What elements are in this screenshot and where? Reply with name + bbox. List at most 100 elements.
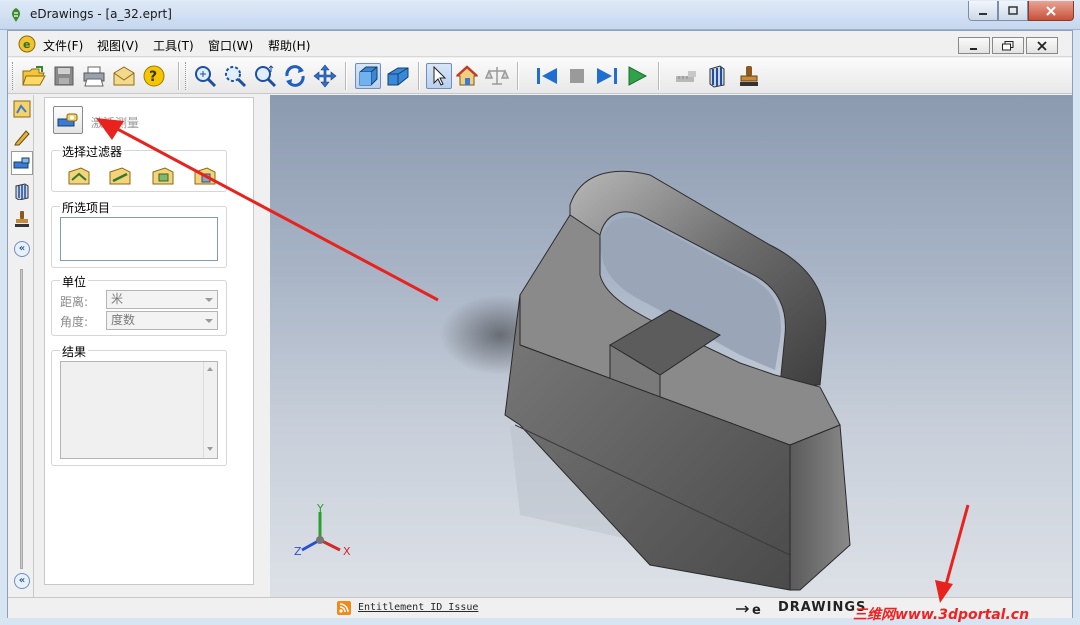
side-tab-strip: « « — [8, 95, 34, 597]
results-group: 结果 — [51, 343, 227, 466]
shaded-button[interactable] — [355, 63, 381, 89]
pencil-icon — [14, 130, 30, 146]
angle-label: 角度: — [60, 315, 89, 329]
panel-splitter[interactable] — [260, 95, 270, 597]
pan-icon — [313, 64, 337, 88]
close-window-button[interactable] — [1028, 1, 1074, 21]
angle-unit-select[interactable]: 度数 — [106, 311, 218, 330]
window-title: eDrawings - [a_32.eprt] — [30, 7, 172, 21]
open-button[interactable] — [21, 63, 47, 89]
triad-x-label: X — [343, 545, 351, 558]
menu-tools[interactable]: 工具(T) — [153, 37, 194, 54]
chevron-down-icon — [205, 298, 213, 302]
select-button[interactable] — [426, 63, 452, 89]
tab-measure[interactable] — [11, 151, 33, 175]
filter-face-icon — [152, 167, 174, 185]
app-client-area: e 文件(F) 视图(V) 工具(T) 窗口(W) 帮助(H) ? « « 激活… — [7, 30, 1073, 618]
side-strip-slider[interactable] — [20, 269, 23, 569]
scroll-down-icon[interactable] — [207, 447, 213, 451]
zoom-in-out-icon — [255, 65, 277, 88]
triad-z-label: Z — [294, 545, 302, 558]
restore-icon — [1002, 40, 1014, 50]
activate-measure-button[interactable] — [53, 106, 83, 134]
collapse-panel-button[interactable]: « — [14, 241, 30, 257]
select-icon — [433, 65, 447, 86]
filter-face-button[interactable] — [150, 165, 176, 187]
zoom-in-out-button[interactable] — [252, 63, 278, 89]
3d-viewport[interactable]: Y X Z — [270, 95, 1072, 597]
print-button[interactable] — [81, 63, 107, 89]
edrawings-app-icon — [12, 8, 20, 22]
pan-button[interactable] — [312, 63, 338, 89]
filter-vertex-icon — [68, 167, 90, 185]
double-chevron-left-icon: « — [18, 243, 26, 254]
section-button[interactable] — [704, 63, 730, 89]
perspective-button[interactable] — [385, 63, 411, 89]
save-button[interactable] — [51, 63, 77, 89]
menu-help[interactable]: 帮助(H) — [268, 37, 310, 54]
minimize-button[interactable] — [968, 1, 998, 21]
zoom-area-icon — [225, 66, 247, 88]
distance-unit-select[interactable]: 米 — [106, 290, 218, 309]
toolbar-grip[interactable] — [185, 62, 188, 90]
home-icon — [455, 65, 479, 86]
doc-restore-button[interactable] — [992, 37, 1024, 54]
main-toolbar: ? — [8, 58, 1072, 94]
play-button[interactable] — [624, 63, 650, 89]
collapse-bottom-button[interactable]: « — [14, 573, 30, 589]
tab-stamp[interactable] — [11, 207, 33, 231]
filter-point-icon — [194, 167, 216, 185]
filter-vertex-button[interactable] — [66, 165, 92, 187]
perspective-icon — [387, 67, 409, 86]
menu-window[interactable]: 窗口(W) — [208, 37, 253, 54]
filter-point-button[interactable] — [192, 165, 218, 187]
toolbar-grip[interactable] — [12, 62, 15, 90]
stamp-button[interactable] — [736, 63, 762, 89]
watermark: 三维网www.3dportal.cn — [853, 607, 1030, 623]
save-icon — [54, 66, 74, 86]
tab-markup[interactable] — [11, 125, 33, 149]
toolbar-separator — [418, 62, 420, 90]
double-chevron-left-icon: « — [18, 575, 26, 586]
next-frame-icon — [597, 68, 617, 84]
maximize-icon — [1008, 5, 1018, 15]
measure-panel: 激活测量 选择过滤器 所选项目 单位 距离: 米 角度: 度数 结果 — [44, 97, 254, 585]
filter-edge-button[interactable] — [107, 165, 133, 187]
title-bar: eDrawings - [a_32.eprt] — [0, 0, 1080, 30]
first-frame-button[interactable] — [534, 63, 560, 89]
svg-text:?: ? — [149, 69, 157, 85]
tab-section[interactable] — [11, 179, 33, 203]
zoom-fit-button[interactable] — [192, 63, 218, 89]
edrawings-doc-icon[interactable]: e — [18, 35, 36, 53]
menu-view[interactable]: 视图(V) — [97, 37, 139, 54]
zoom-area-button[interactable] — [222, 63, 248, 89]
next-frame-button[interactable] — [594, 63, 620, 89]
triad-y-label: Y — [317, 502, 324, 515]
doc-minimize-button[interactable] — [958, 37, 990, 54]
selection-filter-group: 选择过滤器 — [51, 143, 227, 192]
measure-balance-button[interactable] — [484, 63, 510, 89]
home-button[interactable] — [454, 63, 480, 89]
doc-close-button[interactable] — [1026, 37, 1058, 54]
rss-icon — [337, 601, 351, 615]
entitlement-link[interactable]: Entitlement ID Issue — [358, 602, 478, 613]
rotate-button[interactable] — [282, 63, 308, 89]
results-box[interactable] — [60, 361, 218, 459]
measure-disabled-button[interactable] — [674, 63, 700, 89]
selected-items-group: 所选项目 — [51, 199, 227, 268]
selected-items-list[interactable] — [60, 217, 218, 261]
activate-measure-label: 激活测量 — [91, 116, 140, 130]
help-button[interactable]: ? — [141, 63, 167, 89]
toolbar-separator — [345, 62, 347, 90]
selection-filter-title: 选择过滤器 — [60, 143, 125, 160]
email-button[interactable] — [111, 63, 137, 89]
results-scrollbar[interactable] — [203, 362, 217, 458]
menu-file[interactable]: 文件(F) — [43, 37, 83, 54]
distance-label: 距离: — [60, 295, 89, 309]
scroll-up-icon[interactable] — [207, 367, 213, 371]
stop-button[interactable] — [564, 63, 590, 89]
maximize-button[interactable] — [998, 1, 1028, 21]
print-icon — [83, 66, 105, 87]
tab-components[interactable] — [11, 97, 33, 121]
rotate-icon — [285, 65, 305, 87]
